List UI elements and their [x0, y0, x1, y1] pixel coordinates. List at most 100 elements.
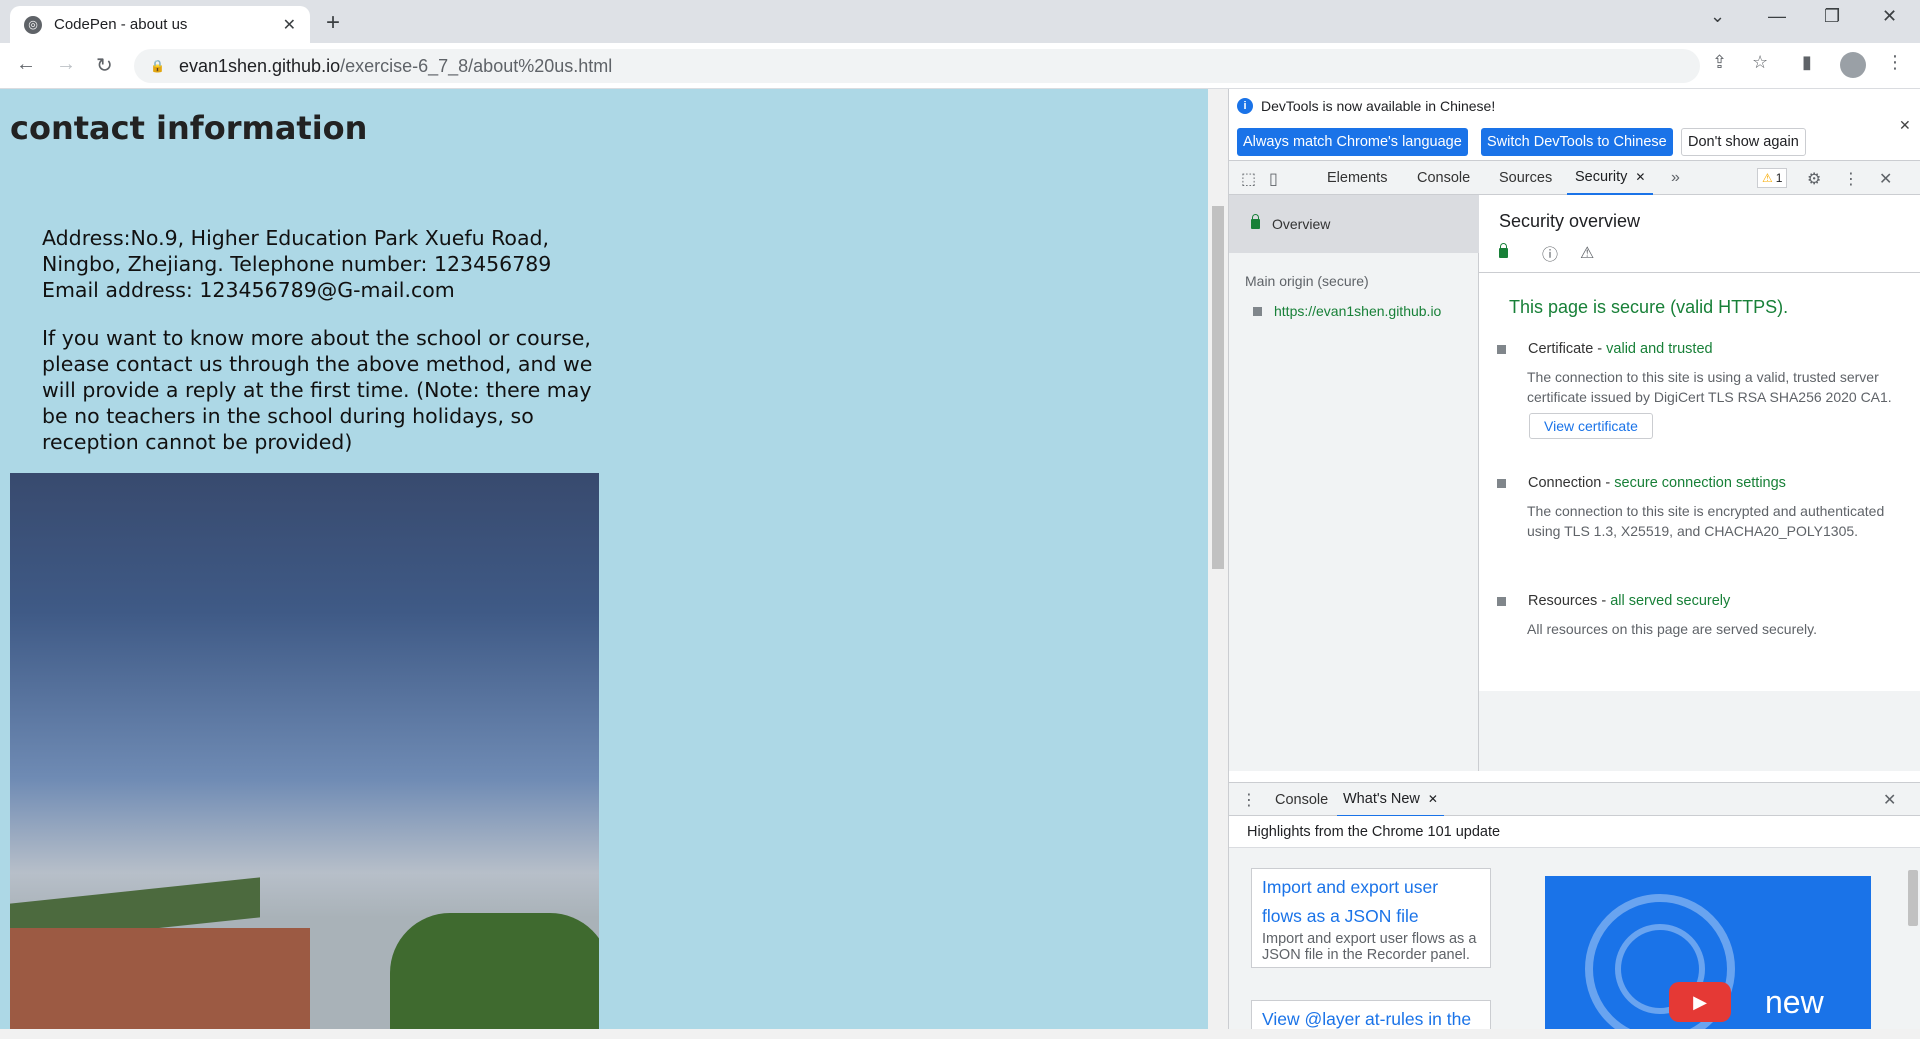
url-host: evan1shen.github.io — [178, 55, 341, 76]
tab-elements[interactable]: Elements — [1327, 161, 1387, 195]
drawer-tab-whats-new[interactable]: What's New ✕ — [1337, 783, 1444, 817]
feature-card[interactable]: Import and export user flows as a JSON f… — [1251, 868, 1491, 968]
maximize-icon[interactable]: ❐ — [1824, 6, 1840, 27]
browser-tab[interactable]: ◎ CodePen - about us ✕ — [10, 6, 310, 43]
whats-new-label: What's New — [1343, 791, 1420, 807]
window-close-icon[interactable]: ✕ — [1882, 6, 1897, 27]
connection-label: Connection — [1528, 475, 1602, 491]
whats-new-video-banner[interactable]: ▶ new — [1545, 876, 1871, 1029]
drawer-menu-icon[interactable]: ⋮ — [1241, 790, 1257, 810]
security-sidebar: Overview Main origin (secure) https://ev… — [1229, 195, 1479, 771]
resources-section: Resources - all served securely All reso… — [1497, 593, 1917, 639]
info-icon: i — [1237, 98, 1253, 114]
horizontal-scrollbar[interactable] — [0, 1029, 1920, 1039]
youtube-play-icon[interactable]: ▶ — [1669, 982, 1731, 1022]
page-scrollbar-thumb[interactable] — [1212, 206, 1224, 569]
certificate-status: valid and trusted — [1606, 341, 1713, 357]
drawer-close-icon[interactable]: ✕ — [1883, 790, 1896, 810]
side-panel-icon[interactable]: ▮ — [1802, 52, 1812, 73]
devtools-tab-bar: ⬚ ▯ Elements Console Sources Security ✕ … — [1229, 161, 1920, 195]
lock-icon[interactable]: 🔒 — [150, 59, 165, 73]
warning-badge[interactable]: ⚠ 1 — [1757, 168, 1788, 188]
settings-gear-icon[interactable]: ⚙ — [1807, 169, 1821, 189]
main-origin-title: Main origin (secure) — [1245, 273, 1369, 289]
resources-status: all served securely — [1610, 593, 1731, 609]
device-toolbar-icon[interactable]: ▯ — [1269, 169, 1278, 189]
web-page-viewport: contact information Address:No.9, Higher… — [0, 89, 1208, 1029]
address-bar[interactable]: 🔒 evan1shen.github.io/exercise-6_7_8/abo… — [134, 49, 1700, 83]
connection-bullet-icon — [1497, 478, 1506, 488]
url-path: /exercise-6_7_8/about%20us.html — [340, 55, 613, 76]
address-paragraph: Address:No.9, Higher Education Park Xuef… — [42, 226, 552, 302]
page-heading: contact information — [10, 109, 368, 147]
origin-bullet-icon — [1253, 306, 1262, 316]
feature-card-desc: Import and export user flows as a JSON f… — [1262, 931, 1477, 963]
secure-lock-icon — [1499, 243, 1508, 258]
contact-note-paragraph: If you want to know more about the schoo… — [42, 326, 593, 454]
infobar-close-icon[interactable]: ✕ — [1899, 117, 1911, 134]
feature-card-title[interactable]: View @layer at-rules in the — [1262, 1005, 1480, 1029]
switch-chinese-button[interactable]: Switch DevTools to Chinese — [1481, 128, 1673, 156]
feature-card-title[interactable]: Import and export user flows as a JSON f… — [1262, 873, 1480, 931]
bookmark-star-icon[interactable]: ☆ — [1752, 52, 1768, 73]
dont-show-again-button[interactable]: Don't show again — [1681, 128, 1806, 156]
devtools-menu-icon[interactable]: ⋮ — [1843, 169, 1859, 189]
warning-count: 1 — [1775, 171, 1783, 185]
new-tab-button[interactable]: + — [326, 9, 340, 37]
tab-search-icon[interactable]: ⌄ — [1710, 6, 1725, 27]
browser-toolbar: ← → ↻ 🔒 evan1shen.github.io/exercise-6_7… — [0, 43, 1920, 89]
whats-new-highlights: Highlights from the Chrome 101 update — [1229, 816, 1920, 848]
back-icon[interactable]: ← — [16, 53, 36, 76]
whats-new-content: Import and export user flows as a JSON f… — [1229, 848, 1920, 1029]
secure-lock-icon — [1251, 214, 1260, 229]
infobar-message: DevTools is now available in Chinese! — [1261, 98, 1496, 114]
menu-kebab-icon[interactable]: ⋮ — [1886, 52, 1904, 73]
connection-section: Connection - secure connection settings … — [1497, 475, 1917, 541]
info-circle-icon: ⓘ — [1542, 247, 1559, 264]
globe-icon: ◎ — [24, 15, 42, 34]
view-certificate-button[interactable]: View certificate — [1529, 413, 1653, 439]
warning-triangle-icon: ⚠ — [1580, 245, 1595, 262]
campus-photo — [10, 473, 599, 1029]
resources-label: Resources — [1528, 593, 1598, 609]
more-tabs-icon[interactable]: » — [1671, 169, 1680, 187]
overview-label: Overview — [1272, 216, 1331, 232]
page-scrollbar[interactable] — [1208, 89, 1228, 1029]
whats-new-scrollbar-thumb[interactable] — [1908, 870, 1918, 926]
whats-new-scrollbar[interactable] — [1904, 848, 1920, 1029]
sidebar-item-origin[interactable]: https://evan1shen.github.io — [1253, 303, 1441, 319]
tab-console[interactable]: Console — [1417, 161, 1470, 195]
devtools-panel: i DevTools is now available in Chinese! … — [1228, 89, 1920, 1029]
resources-bullet-icon — [1497, 596, 1506, 606]
certificate-bullet-icon — [1497, 344, 1506, 354]
security-bottom-area — [1479, 691, 1920, 771]
feature-card[interactable]: View @layer at-rules in the — [1251, 1000, 1491, 1029]
forward-icon[interactable]: → — [56, 53, 76, 76]
language-infobar: i DevTools is now available in Chinese! … — [1229, 89, 1920, 161]
certificate-desc: The connection to this site is using a v… — [1527, 369, 1892, 405]
drawer-tab-bar: ⋮ Console What's New ✕ ✕ — [1229, 782, 1920, 817]
minimize-icon[interactable]: — — [1768, 6, 1786, 27]
security-overview-title: Security overview — [1499, 211, 1641, 231]
origin-url: https://evan1shen.github.io — [1274, 303, 1442, 319]
match-language-button[interactable]: Always match Chrome's language — [1237, 128, 1468, 156]
banner-new-text: new — [1765, 984, 1824, 1020]
close-tab-icon[interactable]: ✕ — [283, 15, 296, 35]
share-icon[interactable]: ⇪ — [1712, 52, 1727, 73]
sidebar-item-overview[interactable]: Overview — [1229, 195, 1479, 253]
tab-sources[interactable]: Sources — [1499, 161, 1552, 195]
profile-avatar[interactable] — [1840, 52, 1866, 78]
drawer-tab-console[interactable]: Console — [1275, 783, 1328, 817]
tab-security[interactable]: Security ✕ — [1567, 161, 1654, 195]
connection-status: secure connection settings — [1614, 475, 1786, 491]
warning-icon: ⚠ — [1762, 171, 1773, 185]
reload-icon[interactable]: ↻ — [96, 53, 113, 78]
certificate-section: Certificate - valid and trusted The conn… — [1497, 341, 1917, 439]
secure-summary: This page is secure (valid HTTPS). — [1509, 297, 1789, 317]
devtools-close-icon[interactable]: ✕ — [1879, 169, 1892, 189]
whats-new-close-icon[interactable]: ✕ — [1428, 792, 1438, 806]
inspect-element-icon[interactable]: ⬚ — [1241, 169, 1256, 189]
connection-desc: The connection to this site is encrypted… — [1527, 503, 1885, 539]
tab-security-close-icon[interactable]: ✕ — [1635, 170, 1645, 184]
tab-strip: ◎ CodePen - about us ✕ + ⌄ — ❐ ✕ — [0, 0, 1920, 43]
